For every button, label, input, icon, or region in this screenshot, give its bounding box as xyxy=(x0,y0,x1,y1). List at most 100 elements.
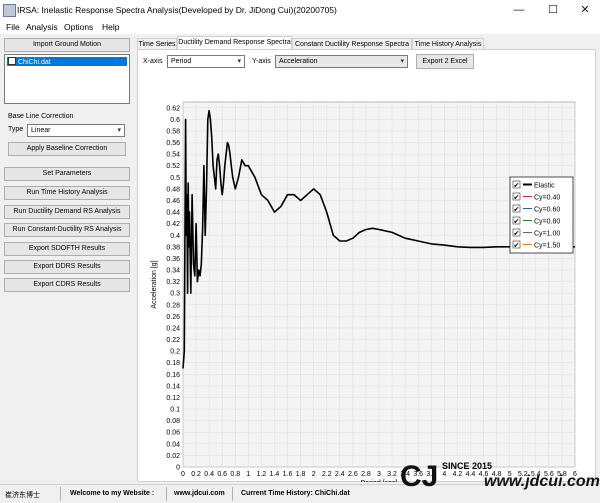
yaxis-select[interactable]: Acceleration ▾ xyxy=(275,55,408,68)
status-logo-text: 崔济东博士 xyxy=(5,492,40,499)
y-tick-label: 0.24 xyxy=(166,325,180,332)
x-tick-label: 2.2 xyxy=(322,471,332,478)
export-ddrs-button[interactable]: Export DDRS Results xyxy=(4,260,130,274)
watermark-since: SINCE 2015 xyxy=(442,461,493,471)
x-tick-label: 1.2 xyxy=(257,471,267,478)
x-tick-label: 2.6 xyxy=(348,471,358,478)
title-bar: IRSA: Inelastic Response Spectra Analysi… xyxy=(0,0,600,20)
y-tick-label: 0.22 xyxy=(166,337,180,344)
menu-options[interactable]: Options xyxy=(64,22,93,32)
y-tick-label: 0.06 xyxy=(166,430,180,437)
legend-label: Cy=1.00 xyxy=(534,231,560,238)
y-tick-label: 0.46 xyxy=(166,198,180,205)
y-tick-label: 0.48 xyxy=(166,186,180,193)
y-tick-label: 0.4 xyxy=(170,233,180,240)
check-icon: ✔ xyxy=(514,207,520,214)
y-tick-label: 0.1 xyxy=(170,407,180,414)
spectrum-chart[interactable]: 00.020.040.060.080.10.120.140.160.180.20… xyxy=(138,72,595,482)
status-separator xyxy=(60,487,61,501)
status-current-file: Current Time History: ChiChi.dat xyxy=(241,490,350,497)
y-tick-label: 0.14 xyxy=(166,383,180,390)
import-ground-motion-button[interactable]: Import Ground Motion xyxy=(4,38,130,52)
x-tick-label: 2.4 xyxy=(335,471,345,478)
watermark: CJ SINCE 2015 www.jdcui.com xyxy=(400,460,600,498)
yaxis-value: Acceleration xyxy=(279,58,318,65)
x-tick-label: 3 xyxy=(377,471,381,478)
checkbox[interactable] xyxy=(8,57,16,65)
watermark-url: www.jdcui.com xyxy=(484,473,600,490)
xaxis-select[interactable]: Period ▾ xyxy=(167,55,245,68)
baseline-type-value: Linear xyxy=(31,127,51,134)
yaxis-label: Y-axis xyxy=(252,58,271,65)
xaxis-label: X-axis xyxy=(143,58,163,65)
maximize-button[interactable]: ☐ xyxy=(541,2,565,18)
menu-file[interactable]: File xyxy=(6,22,20,32)
legend-label: Cy=1.50 xyxy=(534,243,560,250)
menu-help[interactable]: Help xyxy=(102,22,119,32)
export-excel-button[interactable]: Export 2 Excel xyxy=(416,54,474,69)
y-tick-label: 0.26 xyxy=(166,314,180,321)
run-ductility-demand-button[interactable]: Run Ductility Demand RS Analysis xyxy=(4,205,130,219)
chevron-down-icon: ▾ xyxy=(117,127,121,134)
tab-ductility-demand[interactable]: Ductility Demand Response Spectra xyxy=(177,36,292,50)
xaxis-value: Period xyxy=(171,58,192,65)
y-tick-label: 0.3 xyxy=(170,291,180,298)
x-tick-label: 0.2 xyxy=(191,471,201,478)
x-tick-label: 1.6 xyxy=(283,471,293,478)
close-button[interactable]: ✕ xyxy=(573,2,597,18)
check-icon: ✔ xyxy=(514,231,520,238)
x-tick-label: 2 xyxy=(312,471,316,478)
x-tick-label: 1.4 xyxy=(270,471,280,478)
run-constant-ductility-button[interactable]: Run Constant-Ductility RS Analysis xyxy=(4,223,130,237)
menu-bar: File Analysis Options Help xyxy=(0,20,600,34)
check-icon: ✔ xyxy=(514,183,520,190)
chart-panel: X-axis Period ▾ Y-axis Acceleration ▾ Expo… xyxy=(137,49,596,482)
chevron-down-icon: ▾ xyxy=(237,58,241,65)
y-tick-label: 0.38 xyxy=(166,244,180,251)
legend-label: Cy=0.40 xyxy=(534,195,560,202)
x-tick-label: 0.6 xyxy=(217,471,227,478)
set-parameters-button[interactable]: Set Parameters xyxy=(4,167,130,181)
list-item[interactable]: ChiChi.dat xyxy=(7,57,127,66)
y-axis-title: Acceleration [g] xyxy=(151,260,158,308)
y-tick-label: 0 xyxy=(176,465,180,472)
export-sdofth-button[interactable]: Export SDOFTH Results xyxy=(4,242,130,256)
list-item-label: ChiChi.dat xyxy=(18,59,51,66)
x-tick-label: 3.2 xyxy=(387,471,397,478)
x-tick-label: 0.8 xyxy=(230,471,240,478)
y-tick-label: 0.56 xyxy=(166,140,180,147)
baseline-type-select[interactable]: Linear ▾ xyxy=(27,124,125,137)
run-time-history-button[interactable]: Run Time History Analysis xyxy=(4,186,130,200)
x-tick-label: 1 xyxy=(246,471,250,478)
y-tick-label: 0.08 xyxy=(166,418,180,425)
y-tick-label: 0.28 xyxy=(166,302,180,309)
y-tick-label: 0.44 xyxy=(166,210,180,217)
check-icon: ✔ xyxy=(514,195,520,202)
y-tick-label: 0.58 xyxy=(166,128,180,135)
x-axis-title: Period [sec] xyxy=(361,480,398,482)
type-label: Type xyxy=(8,126,24,133)
y-tick-label: 0.6 xyxy=(170,117,180,124)
ground-motion-list[interactable]: ChiChi.dat xyxy=(4,54,130,104)
x-tick-label: 1.8 xyxy=(296,471,306,478)
y-tick-label: 0.62 xyxy=(166,105,180,112)
y-tick-label: 0.2 xyxy=(170,349,180,356)
baseline-label: Base Line Correction xyxy=(8,113,74,120)
chevron-down-icon: ▾ xyxy=(400,58,404,65)
y-tick-label: 0.12 xyxy=(166,395,180,402)
y-tick-label: 0.04 xyxy=(166,441,180,448)
status-welcome: Welcome to my Website : xyxy=(70,490,155,497)
export-cdrs-button[interactable]: Export CDRS Results xyxy=(4,278,130,292)
apply-baseline-button[interactable]: Apply Baseline Correction xyxy=(8,142,126,156)
x-tick-label: 2.8 xyxy=(361,471,371,478)
status-website-link[interactable]: www.jdcui.com xyxy=(174,490,225,497)
y-tick-label: 0.18 xyxy=(166,360,180,367)
minimize-button[interactable]: — xyxy=(507,2,531,18)
legend-label: Elastic xyxy=(534,183,555,190)
y-tick-label: 0.5 xyxy=(170,175,180,182)
y-tick-label: 0.34 xyxy=(166,268,180,275)
menu-analysis[interactable]: Analysis xyxy=(26,22,58,32)
check-icon: ✔ xyxy=(514,219,520,226)
y-tick-label: 0.02 xyxy=(166,453,180,460)
x-tick-label: 0.4 xyxy=(204,471,214,478)
